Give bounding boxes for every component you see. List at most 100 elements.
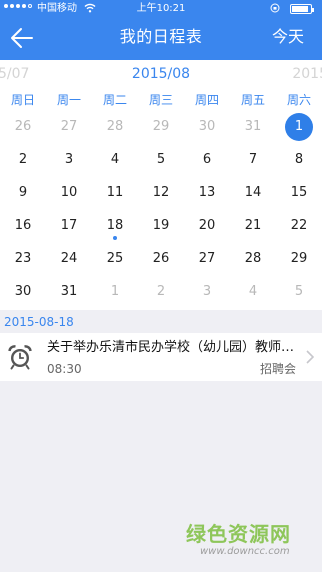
weekday-label: 周四 [194,93,219,107]
week-row: 2 3 4 5 6 7 8 [0,143,322,176]
day-number: 3 [64,152,74,167]
day-cell[interactable]: 22 [276,209,322,242]
weekday-label: 周二 [102,93,127,107]
day-cell[interactable]: 10 [46,176,92,209]
week-row: 9 10 11 12 13 14 15 [0,176,322,209]
day-cell[interactable]: 12 [138,176,184,209]
day-cell[interactable]: 14 [230,176,276,209]
day-number: 21 [244,218,262,233]
day-cell[interactable]: 25 [92,242,138,275]
weekday-label: 周一 [56,93,81,107]
orientation-lock-icon [270,3,280,13]
event-title: 关于举办乐清市民办学校（幼儿园）教师招聘会的通知 [47,340,299,355]
day-number: 19 [152,218,170,233]
watermark-title: 绿色资源网 [186,522,291,546]
watermark: 绿色资源网 www.downcc.com [186,518,316,566]
day-cell[interactable]: 4 [230,275,276,308]
day-cell[interactable]: 20 [184,209,230,242]
day-number: 3 [202,284,212,299]
event-item[interactable]: 关于举办乐清市民办学校（幼儿园）教师招聘会的通知 08:30 招聘会 [0,333,322,381]
day-cell[interactable]: 29 [276,242,322,275]
day-number: 31 [60,284,78,299]
day-cell[interactable]: 28 [92,110,138,143]
day-number: 15 [290,185,308,200]
day-number: 7 [248,152,258,167]
day-cell[interactable]: 19 [138,209,184,242]
day-cell[interactable]: 4 [92,143,138,176]
battery-icon [290,4,314,14]
day-cell[interactable]: 2 [0,143,46,176]
day-cell[interactable]: 30 [0,275,46,308]
day-cell[interactable]: 2 [138,275,184,308]
day-cell[interactable]: 29 [138,110,184,143]
weekday-label: 周三 [148,93,173,107]
day-number: 14 [244,185,262,200]
day-cell[interactable]: 1 [92,275,138,308]
day-number: 27 [198,251,216,266]
day-cell[interactable]: 27 [46,110,92,143]
header: 中国移动 上午10:21 我的日程表 今天 [0,0,322,60]
day-cell[interactable]: 21 [230,209,276,242]
day-number: 20 [198,218,216,233]
day-cell[interactable]: 9 [0,176,46,209]
month-switcher: 5/07 2015/08 2015 [0,60,322,88]
day-cell[interactable]: 11 [92,176,138,209]
day-number: 2 [156,284,166,299]
day-cell[interactable]: 24 [46,242,92,275]
day-number: 9 [18,185,28,200]
day-number: 1 [110,284,120,299]
day-cell-selected[interactable]: 1 [276,110,322,143]
day-number: 12 [152,185,170,200]
today-button[interactable]: 今天 [272,18,304,56]
day-number: 5 [294,284,304,299]
day-number: 4 [110,152,120,167]
day-cell[interactable]: 5 [276,275,322,308]
day-number: 22 [290,218,308,233]
weekday-label: 周五 [240,93,265,107]
day-cell[interactable]: 3 [46,143,92,176]
day-number: 29 [152,119,170,134]
day-number: 30 [198,119,216,134]
day-cell[interactable]: 28 [230,242,276,275]
day-number: 30 [14,284,32,299]
day-cell[interactable]: 3 [184,275,230,308]
day-cell[interactable]: 8 [276,143,322,176]
day-cell[interactable]: 27 [184,242,230,275]
weekday-label: 周日 [10,93,35,107]
day-number: 28 [106,119,124,134]
day-number: 29 [290,251,308,266]
week-row: 26 27 28 29 30 31 1 [0,110,322,143]
day-grid: 26 27 28 29 30 31 1 2 3 4 5 6 7 8 9 10 11 12 13 14 15 16 17 18 1… [0,110,322,308]
event-time: 08:30 [47,362,82,376]
app-root: 中国移动 上午10:21 我的日程表 今天 5/07 2015/08 201 周… [0,0,322,572]
day-number: 26 [14,119,32,134]
event-tag: 招聘会 [259,362,296,376]
week-row: 23 24 25 26 27 28 29 [0,242,322,275]
day-number: 13 [198,185,216,200]
day-cell[interactable]: 23 [0,242,46,275]
weekday-label: 周六 [286,93,311,107]
day-cell[interactable]: 26 [138,242,184,275]
day-cell[interactable]: 5 [138,143,184,176]
day-cell[interactable]: 13 [184,176,230,209]
day-cell[interactable]: 18 [92,209,138,242]
day-number: 18 [106,218,124,233]
day-number: 4 [248,284,258,299]
day-cell[interactable]: 26 [0,110,46,143]
day-cell[interactable]: 16 [0,209,46,242]
day-cell[interactable]: 7 [230,143,276,176]
day-cell[interactable]: 30 [184,110,230,143]
day-number: 26 [152,251,170,266]
day-cell[interactable]: 17 [46,209,92,242]
day-cell[interactable]: 31 [230,110,276,143]
day-number: 28 [244,251,262,266]
schedule-date: 2015-08-18 [4,315,74,329]
week-row: 30 31 1 2 3 4 5 [0,275,322,308]
day-cell[interactable]: 6 [184,143,230,176]
next-month[interactable]: 2015 [292,65,322,83]
day-cell[interactable]: 15 [276,176,322,209]
day-number: 27 [60,119,78,134]
day-number: 6 [202,152,212,167]
day-cell[interactable]: 31 [46,275,92,308]
watermark-url: www.downcc.com [200,546,290,557]
